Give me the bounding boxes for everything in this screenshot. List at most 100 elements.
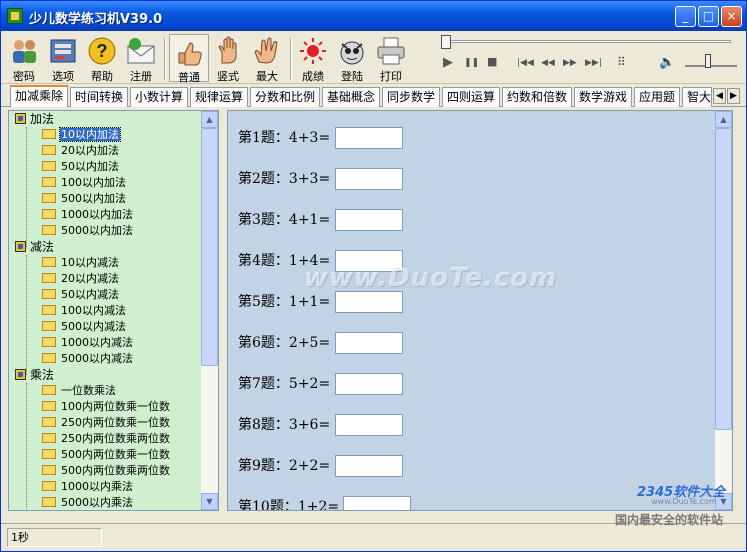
playlist-button[interactable]: ⠿: [617, 55, 626, 69]
tree-item[interactable]: 100以内减法: [42, 303, 127, 319]
help-button[interactable]: ? 帮助: [82, 34, 122, 83]
tree-item-label: 5000以内减法: [61, 352, 133, 365]
tab-pattern[interactable]: 规律运算: [190, 87, 248, 107]
question-scrollbar[interactable]: ▲ ▼: [715, 111, 732, 510]
tree-item-label: 50以内加法: [61, 160, 119, 173]
tree-item[interactable]: 10以内加法: [42, 127, 121, 143]
normal-mode-button[interactable]: 普通: [169, 34, 209, 84]
tree-item[interactable]: 50以内减法: [42, 287, 120, 303]
pane-splitter[interactable]: [219, 110, 227, 511]
next-button[interactable]: ▶▶: [563, 58, 577, 68]
tree-item[interactable]: 10以内减法: [42, 255, 120, 271]
folder-icon: [42, 417, 56, 427]
password-button[interactable]: 密码: [4, 34, 44, 83]
tree-item[interactable]: 250内两位数乘两位数: [42, 431, 171, 447]
toolbar: 密码 选项 ? 帮助 注册 普通 竖式 最大 成绩 登陆 打印 ▶ ❚❚ ■ |…: [1, 32, 746, 84]
answer-input[interactable]: [335, 373, 403, 395]
volume-slider-track[interactable]: [685, 65, 737, 67]
max-mode-button[interactable]: 最大: [247, 34, 287, 83]
question-label: 第3题：4+1=: [238, 212, 331, 228]
tab-decimal[interactable]: 小数计算: [130, 87, 188, 107]
tab-scroll-right-button[interactable]: ▶: [727, 88, 740, 104]
hand-icon: [212, 36, 244, 66]
tree-item[interactable]: 50以内加法: [42, 159, 120, 175]
tree-scrollbar[interactable]: ▲ ▼: [201, 111, 218, 510]
scroll-thumb[interactable]: [715, 128, 732, 430]
answer-input[interactable]: [335, 455, 403, 477]
scroll-thumb[interactable]: [201, 128, 218, 366]
tree-item[interactable]: 500以内减法: [42, 319, 127, 335]
volume-icon[interactable]: 🔈: [659, 55, 675, 70]
answer-input[interactable]: [335, 291, 403, 313]
answer-input[interactable]: [335, 127, 403, 149]
tab-scroll-left-button[interactable]: ◀: [713, 88, 726, 104]
maximize-button[interactable]: □: [698, 6, 719, 27]
tab-basic-concepts[interactable]: 基础概念: [322, 87, 380, 107]
tab-word-problems[interactable]: 应用题: [634, 87, 680, 107]
tree-group-multiplication[interactable]: 乘法: [15, 367, 54, 383]
volume-slider-thumb[interactable]: [705, 54, 711, 68]
tab-math-games[interactable]: 数学游戏: [574, 87, 632, 107]
tree-item[interactable]: 5000以内乘法: [42, 495, 134, 510]
tree-item-label: 100以内加法: [61, 176, 126, 189]
tab-puzzle[interactable]: 智大: [682, 87, 712, 107]
tree-item[interactable]: 5000以内减法: [42, 351, 134, 367]
score-label: 成绩: [302, 70, 324, 83]
progress-slider-thumb[interactable]: [441, 35, 451, 49]
tree-item[interactable]: 1000以内乘法: [42, 479, 134, 495]
score-button[interactable]: 成绩: [293, 34, 333, 83]
tab-arithmetic[interactable]: 四则运算: [442, 87, 500, 107]
tree-item[interactable]: 一位数乘法: [42, 383, 117, 399]
play-button[interactable]: ▶: [443, 55, 453, 70]
tree-item[interactable]: 20以内减法: [42, 271, 120, 287]
register-button[interactable]: 注册: [121, 34, 161, 83]
password-label: 密码: [13, 70, 35, 83]
last-button[interactable]: ▶▶|: [585, 58, 602, 68]
answer-input[interactable]: [343, 496, 411, 510]
stop-button[interactable]: ■: [487, 55, 497, 68]
tree-group-subtraction[interactable]: 减法: [15, 239, 54, 255]
print-button[interactable]: 打印: [371, 34, 411, 83]
question-label: 第6题：2+5=: [238, 335, 331, 351]
progress-slider-track[interactable]: [445, 40, 731, 43]
scroll-up-button[interactable]: ▲: [201, 111, 218, 128]
tree-item[interactable]: 1000以内加法: [42, 207, 134, 223]
tree-group-label: 乘法: [30, 368, 55, 382]
login-button[interactable]: 登陆: [332, 34, 372, 83]
scroll-up-button[interactable]: ▲: [715, 111, 732, 128]
tree-item[interactable]: 5000以内加法: [42, 223, 134, 239]
tree-item-label: 250内两位数乘一位数: [61, 416, 170, 429]
tree-item[interactable]: 500内两位数乘两位数: [42, 463, 171, 479]
tree-item[interactable]: 500内两位数乘一位数: [42, 447, 171, 463]
tree-item[interactable]: 100以内加法: [42, 175, 127, 191]
pause-button[interactable]: ❚❚: [464, 58, 479, 68]
folder-icon: [42, 209, 56, 219]
answer-input[interactable]: [335, 332, 403, 354]
tree-item[interactable]: 100内两位数乘一位数: [42, 399, 171, 415]
tree-item-label: 20以内减法: [61, 272, 119, 285]
title-bar[interactable]: 少儿数学练习机V39.0 _ □ ×: [1, 1, 746, 31]
tab-sync-math[interactable]: 同步数学: [382, 87, 440, 107]
tree-item[interactable]: 250内两位数乘一位数: [42, 415, 171, 431]
question-label: 第5题：1+1=: [238, 294, 331, 310]
tree-item[interactable]: 1000以内减法: [42, 335, 134, 351]
tab-fraction-ratio[interactable]: 分数和比例: [250, 87, 320, 107]
folder-icon: [42, 481, 56, 491]
question-label: 第7题：5+2=: [238, 376, 331, 392]
tab-add-sub-mul-div[interactable]: 加减乘除: [10, 85, 68, 107]
tab-time-conversion[interactable]: 时间转换: [70, 87, 128, 107]
tree-item[interactable]: 500以内加法: [42, 191, 127, 207]
first-button[interactable]: |◀◀: [517, 58, 534, 68]
minimize-button[interactable]: _: [675, 6, 696, 27]
answer-input[interactable]: [335, 168, 403, 190]
options-button[interactable]: 选项: [43, 34, 83, 83]
vertical-mode-button[interactable]: 竖式: [208, 34, 248, 83]
tab-divisors-multiples[interactable]: 约数和倍数: [502, 87, 572, 107]
close-button[interactable]: ×: [721, 6, 742, 27]
answer-input[interactable]: [335, 414, 403, 436]
prev-button[interactable]: ◀◀: [541, 58, 555, 68]
scroll-down-button[interactable]: ▼: [201, 493, 218, 510]
tree-item[interactable]: 20以内加法: [42, 143, 120, 159]
tree-group-addition[interactable]: 加法: [15, 111, 54, 127]
answer-input[interactable]: [335, 209, 403, 231]
